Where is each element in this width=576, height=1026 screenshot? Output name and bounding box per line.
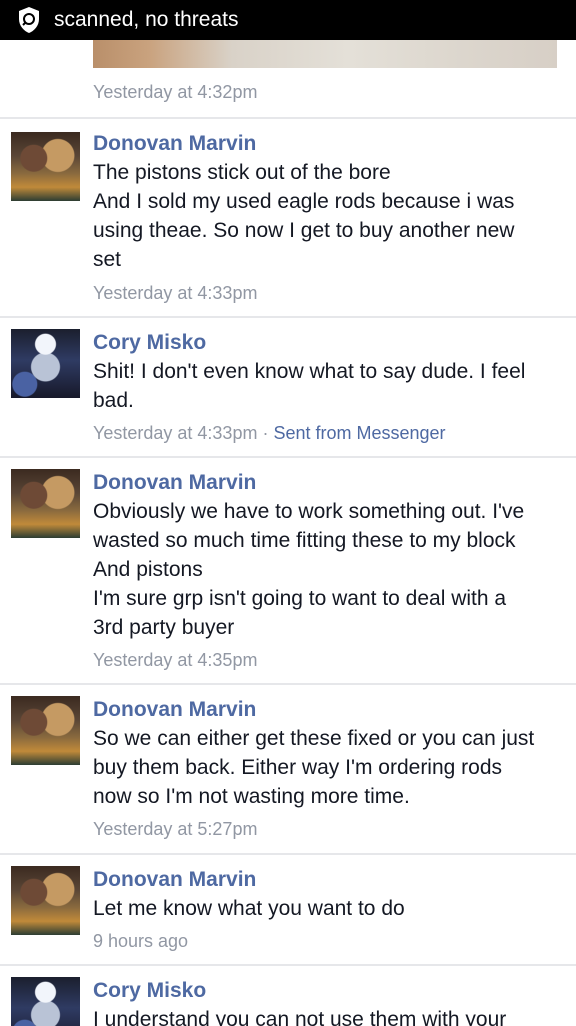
avatar[interactable] bbox=[11, 696, 80, 765]
message-item[interactable]: Donovan Marvin Obviously we have to work… bbox=[0, 456, 576, 685]
sender-name[interactable]: Donovan Marvin bbox=[93, 471, 256, 495]
sender-name[interactable]: Donovan Marvin bbox=[93, 698, 256, 722]
message-timestamp: 9 hours ago bbox=[93, 931, 189, 951]
message-line: Let me know what you want to do bbox=[93, 897, 405, 920]
message-timestamp: Yesterday at 4:32pm bbox=[93, 82, 258, 102]
avatar[interactable] bbox=[11, 977, 80, 1026]
message-line: bad. bbox=[93, 389, 134, 412]
message-line: now so I'm not wasting more time. bbox=[93, 785, 410, 808]
message-line: So we can either get these fixed or you … bbox=[93, 727, 535, 750]
sender-name[interactable]: Donovan Marvin bbox=[93, 132, 256, 156]
sender-name[interactable]: Cory Misko bbox=[93, 331, 206, 355]
shared-photo[interactable] bbox=[93, 40, 557, 68]
message-line: 3rd party buyer bbox=[93, 616, 235, 639]
message-item[interactable]: Donovan Marvin Let me know what you want… bbox=[0, 853, 576, 966]
message-timestamp: Yesterday at 4:33pm bbox=[93, 283, 258, 303]
separator: · bbox=[257, 423, 274, 443]
status-text: scanned, no threats bbox=[54, 8, 239, 31]
timestamp-text: Yesterday at 4:33pm bbox=[93, 423, 258, 443]
sender-name[interactable]: Cory Misko bbox=[93, 979, 206, 1003]
message-timestamp: Yesterday at 4:33pm · Sent from Messenge… bbox=[93, 423, 446, 444]
message-line: set bbox=[93, 248, 122, 271]
message-line: The pistons stick out of the bore bbox=[93, 161, 391, 184]
message-text: Obviously we have to work something out.… bbox=[93, 497, 563, 642]
message-item[interactable]: Cory Misko I understand you can not use … bbox=[0, 964, 576, 1026]
message-line: And I sold my used eagle rods because i … bbox=[93, 190, 515, 213]
sender-name[interactable]: Donovan Marvin bbox=[93, 868, 256, 892]
message-line: I'm sure grp isn't going to want to deal… bbox=[93, 587, 507, 610]
message-item[interactable]: Donovan Marvin So we can either get thes… bbox=[0, 683, 576, 855]
message-line: Obviously we have to work something out.… bbox=[93, 500, 525, 523]
message-text: So we can either get these fixed or you … bbox=[93, 724, 563, 811]
message-text: Shit! I don't even know what to say dude… bbox=[93, 357, 563, 415]
message-item[interactable]: Cory Misko Shit! I don't even know what … bbox=[0, 316, 576, 458]
message-item[interactable]: Donovan Marvin The pistons stick out of … bbox=[0, 117, 576, 318]
message-text: I understand you can not use them with y… bbox=[93, 1005, 563, 1026]
avatar[interactable] bbox=[11, 132, 80, 201]
message-line: Shit! I don't even know what to say dude… bbox=[93, 360, 526, 383]
sent-from-messenger-link[interactable]: Sent from Messenger bbox=[273, 423, 445, 443]
message-text: Let me know what you want to do bbox=[93, 894, 563, 923]
shield-scan-icon bbox=[19, 7, 39, 33]
avatar[interactable] bbox=[11, 866, 80, 935]
message-line: I understand you can not use them with y… bbox=[93, 1008, 507, 1026]
message-line: wasted so much time fitting these to my … bbox=[93, 529, 516, 552]
message-line: buy them back. Either way I'm ordering r… bbox=[93, 756, 503, 779]
status-bar: scanned, no threats bbox=[0, 0, 576, 40]
message-line: using theae. So now I get to buy another… bbox=[93, 219, 515, 242]
avatar[interactable] bbox=[11, 329, 80, 398]
avatar[interactable] bbox=[11, 469, 80, 538]
message-text: The pistons stick out of the bore And I … bbox=[93, 158, 563, 274]
message-timestamp: Yesterday at 4:35pm bbox=[93, 650, 258, 670]
message-timestamp: Yesterday at 5:27pm bbox=[93, 819, 258, 839]
message-line: And pistons bbox=[93, 558, 203, 581]
